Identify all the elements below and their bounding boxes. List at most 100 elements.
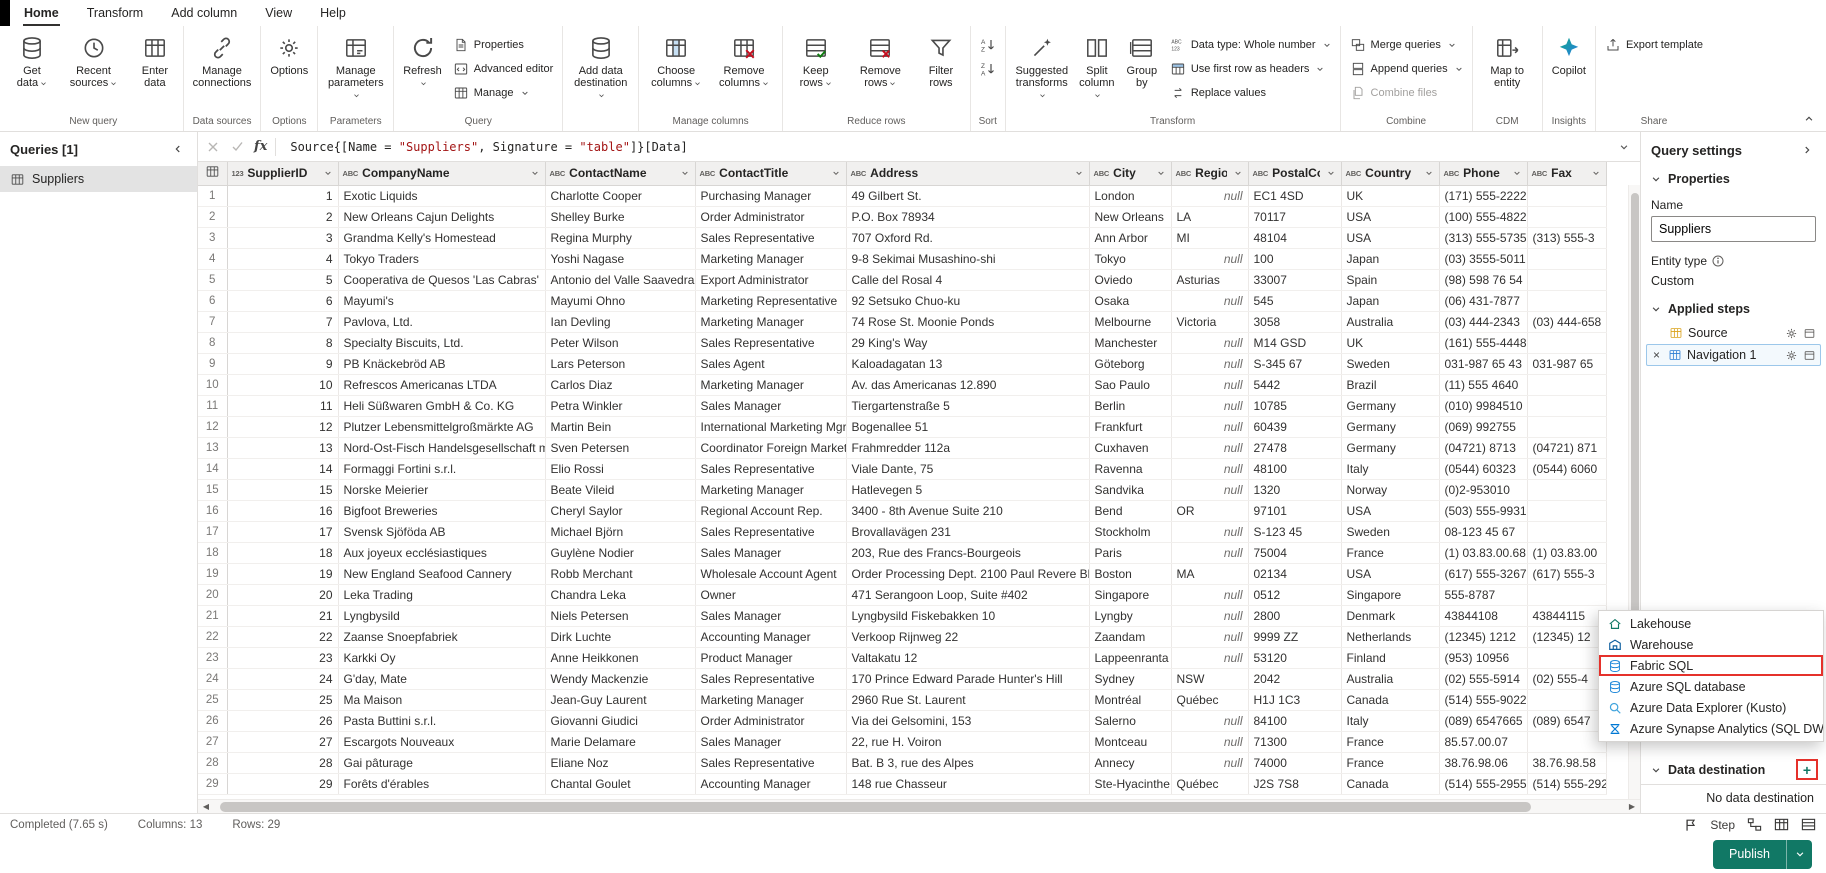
grid-cell[interactable] — [1527, 374, 1607, 396]
grid-cell[interactable]: 1 — [227, 185, 339, 207]
grid-cell[interactable]: 10 — [227, 374, 339, 396]
grid-cell[interactable]: Bigfoot Breweries — [338, 500, 546, 522]
grid-cell[interactable] — [1527, 332, 1607, 354]
grid-cell[interactable]: NSW — [1171, 668, 1249, 690]
row-number[interactable]: 23 — [198, 647, 228, 669]
grid-cell[interactable]: 43844115 — [1527, 605, 1607, 627]
grid-cell[interactable]: Export Administrator — [695, 269, 847, 291]
grid-cell[interactable]: Montréal — [1089, 689, 1172, 711]
grid-cell[interactable]: Sydney — [1089, 668, 1172, 690]
grid-cell[interactable]: Berlin — [1089, 395, 1172, 417]
grid-cell[interactable]: Cuxhaven — [1089, 437, 1172, 459]
grid-cell[interactable]: (12345) 12 — [1527, 626, 1607, 648]
grid-cell[interactable]: (514) 555-2921 — [1527, 773, 1607, 795]
column-header-contacttitle[interactable]: ABC ContactTitle — [695, 162, 847, 186]
grid-cell[interactable]: Specialty Biscuits, Ltd. — [338, 332, 546, 354]
grid-cell[interactable]: France — [1341, 731, 1440, 753]
grid-cell[interactable]: 21 — [227, 605, 339, 627]
grid-cell[interactable]: Ian Devling — [545, 311, 696, 333]
grid-cell[interactable]: Frahmredder 112a — [846, 437, 1090, 459]
grid-cell[interactable]: (100) 555-4822 — [1439, 206, 1528, 228]
formula-input[interactable]: Source{[Name = "Suppliers", Signature = … — [280, 140, 1610, 154]
grid-cell[interactable]: Carlos Diaz — [545, 374, 696, 396]
grid-cell[interactable]: MI — [1171, 227, 1249, 249]
row-number[interactable]: 14 — [198, 458, 228, 480]
grid-cell[interactable]: null — [1171, 185, 1249, 207]
grid-cell[interactable]: 29 King's Way — [846, 332, 1090, 354]
grid-cell[interactable]: UK — [1341, 185, 1440, 207]
grid-cell[interactable]: Product Manager — [695, 647, 847, 669]
grid-cell[interactable] — [1527, 248, 1607, 270]
row-number[interactable]: 20 — [198, 584, 228, 606]
grid-cell[interactable]: Charlotte Cooper — [545, 185, 696, 207]
grid-cell[interactable]: Sales Manager — [695, 605, 847, 627]
grid-cell[interactable]: null — [1171, 605, 1249, 627]
ribbon-button-manage-parameters[interactable]: Manage parameters — [322, 28, 389, 103]
grid-cell[interactable]: Sandvika — [1089, 479, 1172, 501]
grid-cell[interactable]: Göteborg — [1089, 353, 1172, 375]
grid-cell[interactable]: Australia — [1341, 668, 1440, 690]
grid-cell[interactable]: Plutzer Lebensmittelgroßmärkte AG — [338, 416, 546, 438]
row-number[interactable]: 2 — [198, 206, 228, 228]
grid-cell[interactable]: Marketing Manager — [695, 311, 847, 333]
grid-cell[interactable]: J2S 7S8 — [1248, 773, 1342, 795]
grid-cell[interactable] — [1527, 731, 1607, 753]
grid-cell[interactable]: Shelley Burke — [545, 206, 696, 228]
grid-cell[interactable]: Petra Winkler — [545, 395, 696, 417]
grid-cell[interactable]: 18 — [227, 542, 339, 564]
grid-cell[interactable]: 38.76.98.06 — [1439, 752, 1528, 774]
grid-cell[interactable]: (010) 9984510 — [1439, 395, 1528, 417]
grid-cell[interactable]: Marketing Manager — [695, 374, 847, 396]
grid-cell[interactable]: Via dei Gelsomini, 153 — [846, 710, 1090, 732]
name-input[interactable] — [1651, 216, 1816, 242]
row-number[interactable]: 27 — [198, 731, 228, 753]
grid-cell[interactable]: 97101 — [1248, 500, 1342, 522]
filter-dropdown-icon[interactable] — [528, 166, 543, 181]
row-number[interactable]: 26 — [198, 710, 228, 732]
grid-cell[interactable]: 2960 Rue St. Laurent — [846, 689, 1090, 711]
applied-step-source[interactable]: Source — [1646, 322, 1821, 344]
grid-cell[interactable]: Kaloadagatan 13 — [846, 353, 1090, 375]
grid-cell[interactable]: Michael Björn — [545, 521, 696, 543]
grid-cell[interactable] — [1527, 479, 1607, 501]
grid-cell[interactable]: 70117 — [1248, 206, 1342, 228]
grid-cell[interactable]: (06) 431-7877 — [1439, 290, 1528, 312]
column-header-country[interactable]: ABC Country — [1341, 162, 1440, 186]
grid-cell[interactable]: (03) 3555-5011 — [1439, 248, 1528, 270]
grid-cell[interactable]: Denmark — [1341, 605, 1440, 627]
ribbon-button-choose-columns[interactable]: Choose columns — [643, 28, 709, 91]
grid-cell[interactable]: (161) 555-4448 — [1439, 332, 1528, 354]
ribbon-button-append-queries[interactable]: Append queries — [1345, 58, 1468, 80]
grid-cell[interactable] — [1527, 395, 1607, 417]
grid-cell[interactable]: Marketing Representative — [695, 290, 847, 312]
ribbon-button-refresh[interactable]: Refresh — [398, 28, 447, 91]
grid-cell[interactable]: 29 — [227, 773, 339, 795]
grid-cell[interactable]: 28 — [227, 752, 339, 774]
grid-cell[interactable]: Mayumi's — [338, 290, 546, 312]
filter-dropdown-icon[interactable] — [1589, 166, 1604, 181]
grid-cell[interactable] — [1527, 185, 1607, 207]
grid-cell[interactable]: 02134 — [1248, 563, 1342, 585]
grid-cell[interactable]: 11 — [227, 395, 339, 417]
grid-cell[interactable]: null — [1171, 710, 1249, 732]
ribbon-button-sort-ascending[interactable]: AZ — [975, 34, 1001, 56]
grid-cell[interactable]: Netherlands — [1341, 626, 1440, 648]
grid-cell[interactable]: (03) 444-2343 — [1439, 311, 1528, 333]
grid-cell[interactable]: Marie Delamare — [545, 731, 696, 753]
grid-cell[interactable]: null — [1171, 542, 1249, 564]
grid-cell[interactable]: null — [1171, 248, 1249, 270]
check-icon[interactable] — [226, 136, 248, 158]
grid-cell[interactable]: EC1 4SD — [1248, 185, 1342, 207]
grid-cell[interactable]: Accounting Manager — [695, 626, 847, 648]
grid-cell[interactable]: International Marketing Mgr. — [695, 416, 847, 438]
row-number[interactable]: 29 — [198, 773, 228, 795]
ribbon-button-sort-descending[interactable]: ZA — [975, 58, 1001, 80]
grid-cell[interactable]: 031-987 65 43 — [1439, 353, 1528, 375]
query-item-suppliers[interactable]: Suppliers — [0, 166, 197, 192]
grid-cell[interactable]: 27478 — [1248, 437, 1342, 459]
grid-cell[interactable]: 10785 — [1248, 395, 1342, 417]
grid-cell[interactable]: Pasta Buttini s.r.l. — [338, 710, 546, 732]
grid-cell[interactable]: Regional Account Rep. — [695, 500, 847, 522]
grid-cell[interactable]: M14 GSD — [1248, 332, 1342, 354]
grid-cell[interactable]: 33007 — [1248, 269, 1342, 291]
